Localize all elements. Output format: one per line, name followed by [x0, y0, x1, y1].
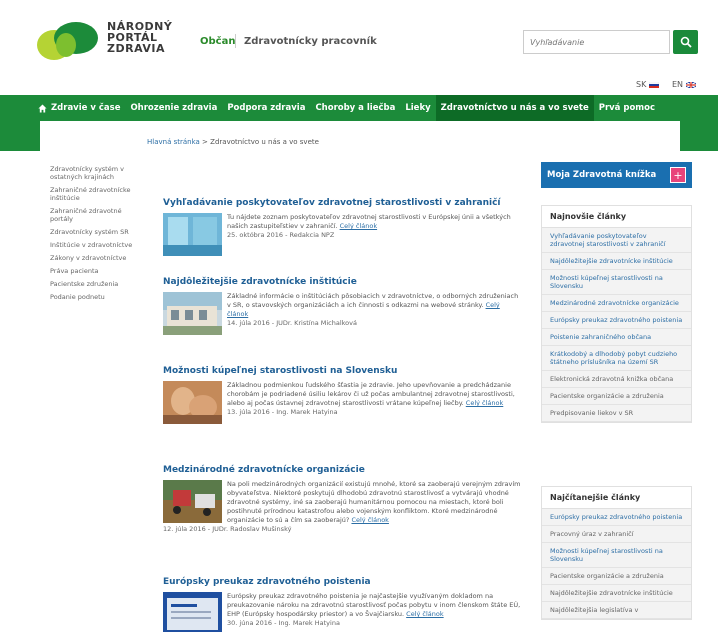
- article-meta: 14. júla 2016 - JUDr. Kristína Michalkov…: [227, 319, 357, 327]
- article-text: Na poli medzinárodných organizácií exist…: [227, 480, 523, 525]
- newest-articles-box: Najnovšie články Vyhľadávanie poskytovat…: [541, 205, 692, 423]
- nav-item-zdravotnictvo[interactable]: Zdravotníctvo u nás a vo svete: [435, 95, 594, 121]
- tab-separator: [235, 34, 236, 48]
- article-summary: Základné informácie o inštitúciách pôsob…: [227, 292, 519, 309]
- nav-item-zdravie-v-case[interactable]: Zdravie v čase: [0, 95, 125, 121]
- plus-icon: +: [670, 167, 686, 183]
- article-thumbnail[interactable]: [163, 480, 222, 523]
- slovak-flag-icon: [649, 81, 660, 88]
- nav-item-prva-pomoc[interactable]: Prvá pomoc: [594, 95, 660, 121]
- main-nav: Zdravie v čase Ohrozenie zdravia Podpora…: [0, 95, 718, 121]
- nav-label: Zdravie v čase: [51, 103, 121, 113]
- lang-en-link[interactable]: EN: [672, 80, 697, 89]
- article-title[interactable]: Možnosti kúpeľnej starostlivosti na Slov…: [163, 366, 523, 376]
- article-title[interactable]: Európsky preukaz zdravotného poistenia: [163, 577, 523, 587]
- lang-en-label: EN: [672, 80, 684, 89]
- nav-item-choroby-a-liecba[interactable]: Choroby a liečba: [310, 95, 400, 121]
- most-read-article-link[interactable]: Najdôležitejšia legislatíva v: [542, 602, 691, 619]
- article-item: Európsky preukaz zdravotného poistenia E…: [163, 577, 523, 632]
- article-title[interactable]: Najdôležitejšie zdravotnícke inštitúcie: [163, 277, 523, 287]
- search-icon: [680, 36, 692, 48]
- article-text: Základnou podmienkou ľudského šťastia je…: [227, 381, 523, 408]
- article-title[interactable]: Medzinárodné zdravotnícke organizácie: [163, 465, 523, 475]
- left-menu-item[interactable]: Práva pacienta: [50, 267, 140, 280]
- left-menu-item[interactable]: Zdravotnícky systém v ostatných krajinác…: [50, 165, 140, 186]
- newest-article-link[interactable]: Vyhľadávanie poskytovateľov zdravotnej s…: [542, 228, 691, 253]
- most-read-article-link[interactable]: Európsky preukaz zdravotného poistenia: [542, 509, 691, 526]
- article-title[interactable]: Vyhľadávanie poskytovateľov zdravotnej s…: [163, 198, 523, 208]
- left-menu: Zdravotnícky systém v ostatných krajinác…: [50, 165, 140, 306]
- article-item: Možnosti kúpeľnej starostlivosti na Slov…: [163, 366, 523, 424]
- tab-health-worker[interactable]: Zdravotnícky pracovník: [244, 36, 377, 47]
- newest-article-link[interactable]: Možnosti kúpeľnej starostlivosti na Slov…: [542, 270, 691, 295]
- uk-flag-icon: [686, 81, 697, 88]
- most-read-articles-title: Najčítanejšie články: [542, 487, 691, 509]
- article-item: Vyhľadávanie poskytovateľov zdravotnej s…: [163, 198, 523, 256]
- newest-article-link[interactable]: Najdôležitejšie zdravotnícke inštitúcie: [542, 253, 691, 270]
- newest-article-link[interactable]: Krátkodobý a dlhodobý pobyt cudzieho štá…: [542, 346, 691, 371]
- newest-article-link[interactable]: Európsky preukaz zdravotného poistenia: [542, 312, 691, 329]
- article-text: Tu nájdete zoznam poskytovateľov zdravot…: [227, 213, 523, 231]
- newest-article-link[interactable]: Medzinárodné zdravotnícke organizácie: [542, 295, 691, 312]
- read-more-link[interactable]: Celý článok: [340, 222, 377, 230]
- newest-article-link[interactable]: Elektronická zdravotná knižka občana: [542, 371, 691, 388]
- article-text: Európsky preukaz zdravotného poistenia j…: [227, 592, 523, 619]
- left-menu-item[interactable]: Inštitúcie v zdravotníctve: [50, 241, 140, 254]
- breadcrumb-separator: >: [202, 138, 208, 146]
- moja-zdravotna-knizka-button[interactable]: Moja Zdravotná knížka +: [541, 162, 692, 188]
- logo-icon[interactable]: [36, 21, 102, 63]
- article-text: Základné informácie o inštitúciách pôsob…: [227, 292, 523, 319]
- lang-sk-label: SK: [636, 80, 647, 89]
- left-menu-item[interactable]: Zahraničné zdravotné portály: [50, 207, 140, 228]
- logo-text[interactable]: NÁRODNÝ PORTÁL ZDRAVIA: [107, 21, 172, 54]
- lang-sk-link[interactable]: SK: [636, 80, 660, 89]
- article-summary: Európsky preukaz zdravotného poistenia j…: [227, 592, 521, 618]
- article-thumbnail[interactable]: [163, 292, 222, 335]
- search-input[interactable]: [523, 30, 670, 54]
- nav-item-podpora-zdravia[interactable]: Podpora zdravia: [222, 95, 310, 121]
- newest-article-link[interactable]: Poistenie zahraničného občana: [542, 329, 691, 346]
- most-read-article-link[interactable]: Možnosti kúpeľnej starostlivosti na Slov…: [542, 543, 691, 568]
- read-more-link[interactable]: Celý článok: [351, 516, 388, 524]
- left-menu-item[interactable]: Zahraničné zdravotnícke inštitúcie: [50, 186, 140, 207]
- left-menu-item[interactable]: Zákony v zdravotníctve: [50, 254, 140, 267]
- article-item: Medzinárodné zdravotnícke organizácie Na…: [163, 465, 523, 533]
- article-meta: 25. októbra 2016 - Redakcia NPZ: [227, 231, 335, 239]
- article-thumbnail[interactable]: [163, 381, 222, 424]
- logo-line3: ZDRAVIA: [107, 42, 165, 55]
- article-meta: 30. júna 2016 - Ing. Marek Hatyina: [227, 619, 340, 627]
- tab-citizen[interactable]: Občan: [200, 36, 235, 47]
- article-item: Najdôležitejšie zdravotnícke inštitúcie …: [163, 277, 523, 335]
- newest-articles-title: Najnovšie články: [542, 206, 691, 228]
- article-thumbnail[interactable]: [163, 592, 222, 632]
- site-header: NÁRODNÝ PORTÁL ZDRAVIA Občan Zdravotníck…: [0, 0, 718, 95]
- left-menu-item[interactable]: Zdravotnícky systém SR: [50, 228, 140, 241]
- breadcrumb-current: Zdravotníctvo u nás a vo svete: [210, 138, 319, 146]
- most-read-article-link[interactable]: Pacientske organizácie a združenia: [542, 568, 691, 585]
- moja-label: Moja Zdravotná knížka: [547, 170, 657, 180]
- nav-item-ohrozenie-zdravia[interactable]: Ohrozenie zdravia: [125, 95, 222, 121]
- nav-item-lieky[interactable]: Lieky: [400, 95, 435, 121]
- breadcrumb-home[interactable]: Hlavná stránka: [147, 138, 200, 146]
- article-thumbnail[interactable]: [163, 213, 222, 256]
- left-menu-item[interactable]: Pacientske združenia: [50, 280, 140, 293]
- left-menu-item[interactable]: Podanie podnetu: [50, 293, 140, 306]
- home-icon: [38, 103, 47, 113]
- most-read-articles-box: Najčítanejšie články Európsky preukaz zd…: [541, 486, 692, 620]
- most-read-article-link[interactable]: Najdôležitejšie zdravotnícke inštitúcie: [542, 585, 691, 602]
- newest-article-link[interactable]: Predpisovanie liekov v SR: [542, 405, 691, 422]
- newest-article-link[interactable]: Pacientske organizácie a združenia: [542, 388, 691, 405]
- search-button[interactable]: [673, 30, 698, 54]
- read-more-link[interactable]: Celý článok: [466, 399, 503, 407]
- breadcrumb: Hlavná stránka > Zdravotníctvo u nás a v…: [147, 138, 319, 146]
- article-meta: 13. júla 2016 - Ing. Marek Hatyina: [227, 408, 338, 416]
- most-read-article-link[interactable]: Pracovný úraz v zahraničí: [542, 526, 691, 543]
- read-more-link[interactable]: Celý článok: [406, 610, 443, 618]
- article-meta: 12. júla 2016 - JUDr. Radoslav Mušinský: [163, 525, 292, 533]
